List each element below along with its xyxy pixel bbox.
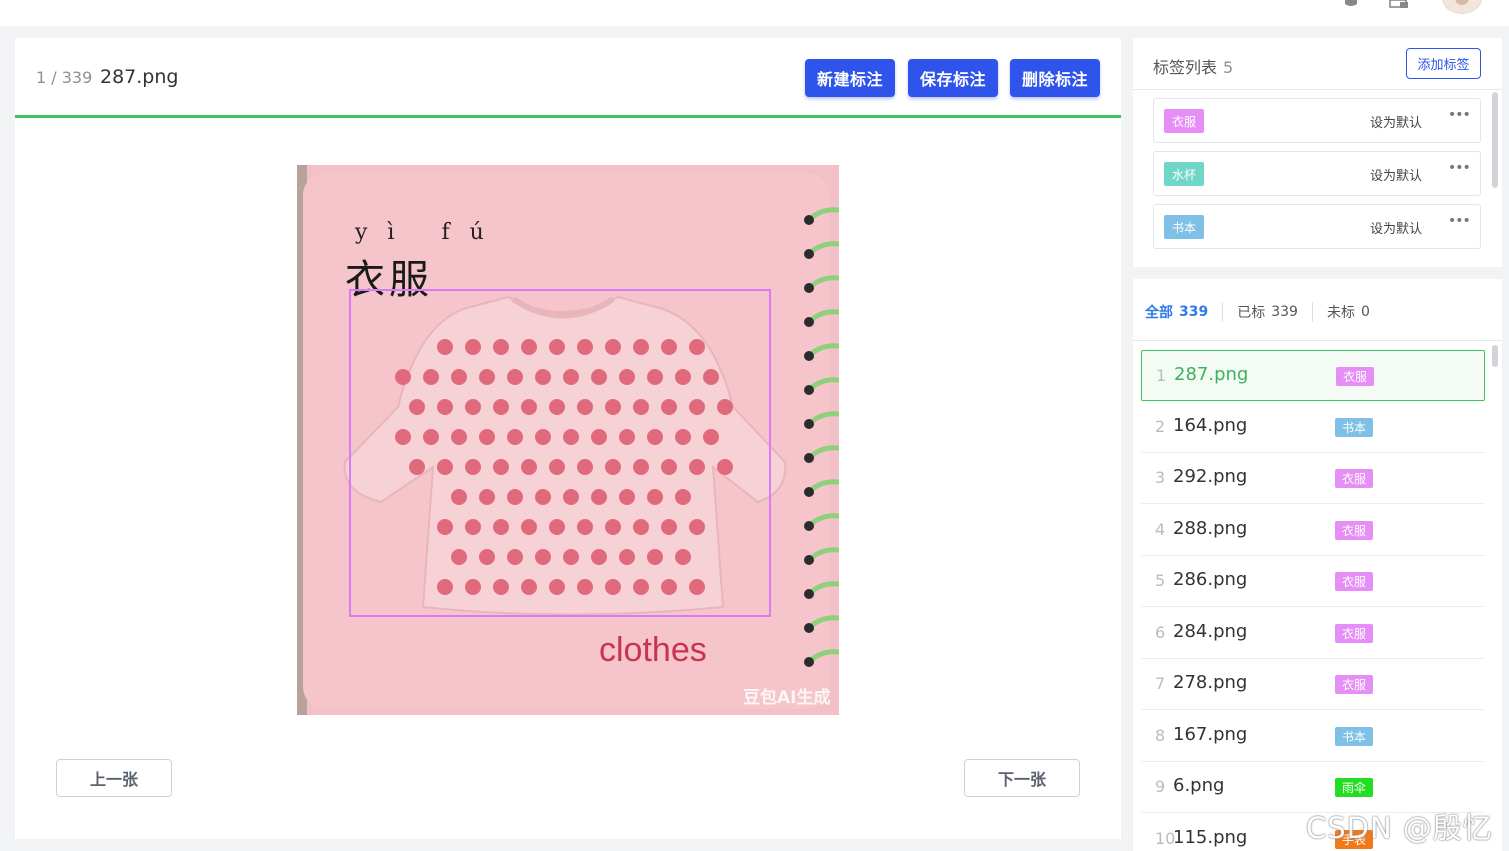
csdn-watermark: CSDN @殷忆枫 xyxy=(1306,811,1493,845)
file-index: 2 xyxy=(1155,416,1166,436)
file-list-item[interactable]: 2 164.png 书本 xyxy=(1141,402,1485,453)
image-counter: 1 / 339 xyxy=(36,68,92,87)
next-image-button[interactable]: 下一张 xyxy=(964,759,1080,797)
current-filename: 287.png xyxy=(100,66,179,88)
label-list-panel: 标签列表 5 添加标签 衣服 设为默认 ••• 水杯 设为默认 ••• 书本 设为… xyxy=(1133,38,1502,267)
tab-label: 未标 xyxy=(1326,305,1355,321)
filter-tabs: 全部 339 已标 339 未标 0 xyxy=(1145,301,1384,323)
file-name: 167.png xyxy=(1173,723,1248,745)
file-label-tag: 衣服 xyxy=(1335,623,1374,643)
file-label-tag: 书本 xyxy=(1335,417,1374,437)
file-name: 288.png xyxy=(1173,517,1248,539)
file-index: 5 xyxy=(1155,571,1166,590)
file-index: 9 xyxy=(1155,777,1166,796)
label-row[interactable]: 衣服 设为默认 ••• xyxy=(1153,98,1481,143)
annotation-bounding-box[interactable] xyxy=(349,289,771,617)
file-name: 278.png xyxy=(1173,672,1248,693)
label-row[interactable]: 书本 设为默认 ••• xyxy=(1153,204,1481,249)
new-annotation-button[interactable]: 新建标注 xyxy=(805,59,895,97)
file-name: 287.png xyxy=(1174,364,1249,385)
file-index: 1 xyxy=(1156,366,1167,385)
file-list-item[interactable]: 6 284.png 衣服 xyxy=(1141,608,1485,659)
file-name: 164.png xyxy=(1173,414,1248,436)
label-tag: 衣服 xyxy=(1164,109,1205,133)
more-options-icon[interactable]: ••• xyxy=(1448,107,1471,123)
image-english-word: clothes xyxy=(599,631,707,669)
label-tag: 书本 xyxy=(1164,215,1205,239)
more-options-icon[interactable]: ••• xyxy=(1448,160,1471,176)
tab-unlabeled[interactable]: 未标 0 xyxy=(1311,302,1384,322)
label-list-scrollbar[interactable] xyxy=(1492,92,1498,188)
file-list-item[interactable]: 8 167.png 书本 xyxy=(1141,711,1485,762)
divider xyxy=(1133,89,1502,90)
save-annotation-button[interactable]: 保存标注 xyxy=(908,59,998,97)
previous-image-button[interactable]: 上一张 xyxy=(56,759,172,797)
label-list-title: 标签列表 5 xyxy=(1153,54,1233,78)
annotation-panel: 1 / 339 287.png 新建标注 保存标注 删除标注 yì fú 衣服 … xyxy=(15,38,1121,839)
file-list-scrollbar[interactable] xyxy=(1492,345,1498,367)
file-label-tag: 书本 xyxy=(1335,726,1374,746)
file-label-tag: 衣服 xyxy=(1336,367,1375,386)
label-list-title-text: 标签列表 xyxy=(1153,58,1218,77)
bell-icon[interactable] xyxy=(1340,0,1362,10)
counter-current: 1 xyxy=(36,68,47,87)
counter-separator: / xyxy=(46,68,62,87)
add-label-button[interactable]: 添加标签 xyxy=(1406,48,1481,79)
monitor-icon[interactable] xyxy=(1388,0,1410,10)
file-list-item[interactable]: 5 286.png 衣服 xyxy=(1141,556,1485,607)
file-label-tag: 雨伞 xyxy=(1335,778,1374,797)
tab-label: 已标 xyxy=(1237,305,1266,321)
file-name: 6.png xyxy=(1173,775,1225,796)
tab-label: 全部 xyxy=(1145,305,1173,321)
file-index: 3 xyxy=(1155,468,1166,487)
file-index: 6 xyxy=(1155,622,1166,642)
file-label-tag: 衣服 xyxy=(1335,469,1374,488)
annotation-header: 1 / 339 287.png 新建标注 保存标注 删除标注 xyxy=(15,38,1121,118)
file-list-item[interactable]: 4 288.png 衣服 xyxy=(1141,505,1485,556)
file-list-panel: 全部 339 已标 339 未标 0 1 287.png 衣服 2 164.png 书本 3 292… xyxy=(1133,279,1502,851)
file-name: 286.png xyxy=(1173,569,1248,590)
file-label-tag: 衣服 xyxy=(1335,572,1374,591)
file-name: 284.png xyxy=(1173,620,1248,642)
tab-all[interactable]: 全部 339 xyxy=(1145,302,1222,322)
label-row[interactable]: 水杯 设为默认 ••• xyxy=(1153,151,1481,196)
file-name: 115.png xyxy=(1173,826,1248,848)
file-list-item[interactable]: 1 287.png 衣服 xyxy=(1141,350,1485,401)
more-options-icon[interactable]: ••• xyxy=(1448,213,1471,229)
counter-total: 339 xyxy=(61,68,93,87)
top-bar xyxy=(0,0,1509,26)
annotation-canvas[interactable]: yì fú 衣服 clothes 豆包AI生成 xyxy=(297,165,839,715)
file-list-item[interactable]: 3 292.png 衣服 xyxy=(1141,453,1485,504)
file-list-item[interactable]: 7 278.png 衣服 xyxy=(1141,659,1485,710)
file-label-tag: 衣服 xyxy=(1335,520,1374,540)
file-index: 7 xyxy=(1155,674,1166,693)
file-index: 4 xyxy=(1155,519,1166,539)
file-label-tag: 衣服 xyxy=(1335,675,1374,694)
delete-annotation-button[interactable]: 删除标注 xyxy=(1010,59,1100,97)
set-default-button[interactable]: 设为默认 xyxy=(1370,165,1422,184)
tab-labeled[interactable]: 已标 339 xyxy=(1222,302,1312,322)
set-default-button[interactable]: 设为默认 xyxy=(1370,218,1422,237)
tab-count: 0 xyxy=(1360,304,1370,320)
spiral-binding xyxy=(804,207,839,667)
tab-count: 339 xyxy=(1179,304,1209,320)
image-pinyin: yì fú xyxy=(355,220,504,245)
image-watermark: 豆包AI生成 xyxy=(743,688,831,708)
file-index: 8 xyxy=(1155,725,1166,745)
file-name: 292.png xyxy=(1173,466,1248,487)
set-default-button[interactable]: 设为默认 xyxy=(1370,112,1422,131)
divider xyxy=(1133,340,1502,341)
tab-count: 339 xyxy=(1271,304,1298,320)
label-count: 5 xyxy=(1223,58,1234,77)
label-tag: 水杯 xyxy=(1164,162,1205,186)
avatar[interactable] xyxy=(1442,0,1482,14)
